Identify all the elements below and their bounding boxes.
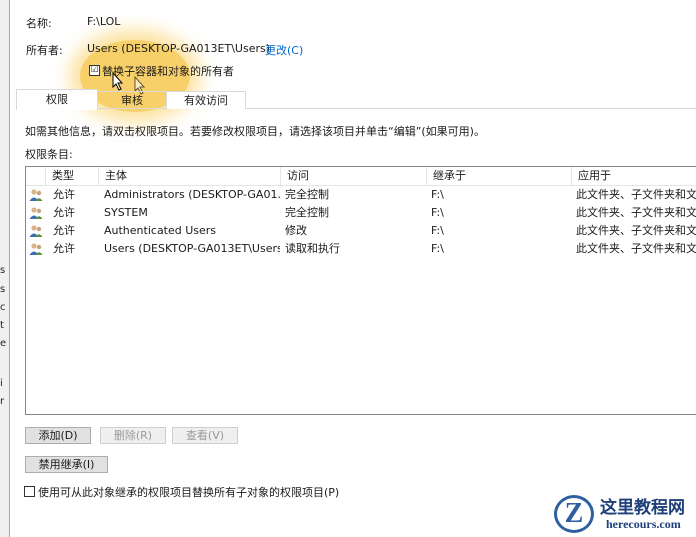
row-principal: SYSTEM	[104, 206, 148, 219]
row-type: 允许	[53, 206, 75, 219]
site-watermark-logo: Z 这里教程网 herecours.com	[548, 492, 696, 537]
owner-value: Users (DESKTOP-GA013ET\Users)	[87, 42, 271, 55]
row-access: 完全控制	[285, 188, 329, 201]
row-inherited-from: F:\	[431, 224, 444, 237]
permission-row[interactable]: 允许 Authenticated Users 修改 F:\ 此文件夹、子文件夹和…	[26, 222, 696, 240]
strip-char: c	[0, 302, 6, 313]
name-label: 名称:	[26, 17, 52, 30]
row-principal: Authenticated Users	[104, 224, 217, 237]
watermark-z-mark: Z	[554, 495, 594, 533]
watermark-site-name: 这里教程网	[600, 498, 685, 518]
row-type: 允许	[53, 224, 75, 237]
advanced-security-dialog: 名称: F:\LOL 所有者: Users (DESKTOP-GA013ET\U…	[10, 0, 696, 537]
strip-char: t	[0, 320, 4, 331]
row-applies-to: 此文件夹、子文件夹和文件	[576, 242, 696, 255]
replace-child-permissions-label: 使用可从此对象继承的权限项目替换所有子对象的权限项目(P)	[38, 486, 340, 499]
permissions-hint: 如需其他信息，请双击权限项目。若要修改权限项目，请选择该项目并单击“编辑”(如果…	[25, 125, 485, 138]
tab-auditing[interactable]: 审核	[96, 91, 168, 109]
change-owner-link[interactable]: 更改(C)	[265, 42, 303, 58]
row-inherited-from: F:\	[431, 188, 444, 201]
strip-char: s	[0, 265, 6, 276]
row-inherited-from: F:\	[431, 242, 444, 255]
col-applies-to[interactable]: 应用于	[572, 167, 696, 185]
list-header: 类型 主体 访问 继承于 应用于	[26, 167, 696, 186]
row-applies-to: 此文件夹、子文件夹和文件	[576, 188, 696, 201]
strip-char: i	[0, 378, 3, 389]
row-applies-to: 此文件夹、子文件夹和文件	[576, 206, 696, 219]
row-principal: Users (DESKTOP-GA013ET\Users)	[104, 242, 280, 255]
row-inherited-from: F:\	[431, 206, 444, 219]
tab-effective-access[interactable]: 有效访问	[166, 91, 246, 109]
tab-permissions[interactable]: 权限	[16, 89, 98, 110]
col-icon	[26, 167, 46, 185]
row-type: 允许	[53, 188, 75, 201]
permission-row[interactable]: 允许 Administrators (DESKTOP-GA01... 完全控制 …	[26, 186, 696, 204]
col-access[interactable]: 访问	[281, 167, 427, 185]
col-principal[interactable]: 主体	[99, 167, 281, 185]
row-access: 修改	[285, 224, 307, 237]
row-applies-to: 此文件夹、子文件夹和文件	[576, 224, 696, 237]
background-window-edge: s s c t e i r	[0, 0, 10, 537]
strip-char: r	[0, 396, 5, 407]
replace-child-permissions-checkbox[interactable]	[24, 486, 35, 497]
row-type: 允许	[53, 242, 75, 255]
disable-inheritance-button[interactable]: 禁用继承(I)	[25, 456, 108, 473]
replace-owner-checkbox[interactable]: ☑	[89, 65, 100, 76]
users-icon	[29, 189, 43, 201]
name-value: F:\LOL	[87, 15, 121, 28]
row-access: 完全控制	[285, 206, 329, 219]
strip-char: e	[0, 338, 7, 349]
owner-label: 所有者:	[26, 44, 63, 57]
permission-entries-list[interactable]: 类型 主体 访问 继承于 应用于 允许 Administrators (DESK…	[25, 166, 696, 415]
row-principal: Administrators (DESKTOP-GA01...	[104, 188, 280, 201]
users-icon	[29, 243, 43, 255]
add-button[interactable]: 添加(D)	[25, 427, 91, 444]
permission-row[interactable]: 允许 Users (DESKTOP-GA013ET\Users) 读取和执行 F…	[26, 240, 696, 258]
row-access: 读取和执行	[285, 242, 340, 255]
strip-char: s	[0, 284, 6, 295]
col-inherited-from[interactable]: 继承于	[427, 167, 572, 185]
view-button[interactable]: 查看(V)	[172, 427, 238, 444]
col-type[interactable]: 类型	[46, 167, 99, 185]
permission-entries-label: 权限条目:	[25, 148, 73, 161]
remove-button[interactable]: 删除(R)	[100, 427, 166, 444]
watermark-site-url: herecours.com	[606, 517, 681, 531]
permission-row[interactable]: 允许 SYSTEM 完全控制 F:\ 此文件夹、子文件夹和文件	[26, 204, 696, 222]
users-icon	[29, 207, 43, 219]
users-icon	[29, 225, 43, 237]
